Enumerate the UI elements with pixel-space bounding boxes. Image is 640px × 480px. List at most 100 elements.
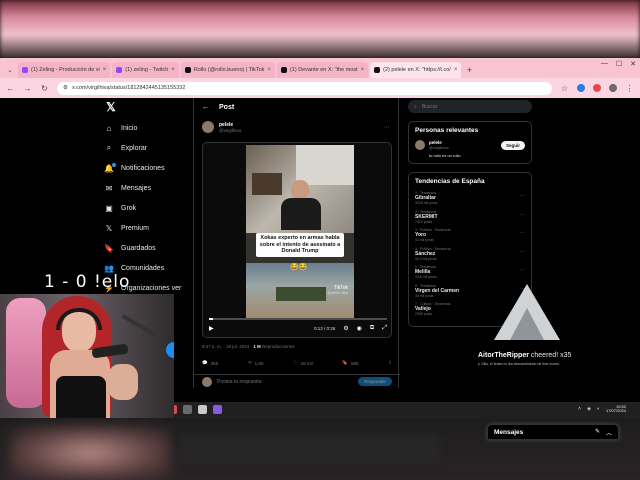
reload-icon[interactable]: ↻ <box>40 84 49 93</box>
tiktok-watermark: TikTok @pelele.clips <box>327 285 348 295</box>
back-arrow-icon[interactable]: ← <box>202 104 209 111</box>
cheer-text: AitorTheRipper cheered! x35 <box>478 352 572 359</box>
nav-label: Mensajes <box>121 184 151 192</box>
maximize-icon[interactable]: ☐ <box>616 60 622 68</box>
chevron-up-icon[interactable]: ︿ <box>606 428 612 437</box>
video-time: 0:13 / 0:26 <box>313 325 336 331</box>
close-icon[interactable]: × <box>103 67 107 73</box>
pip-icon[interactable]: ⧉ <box>370 325 374 332</box>
like-button[interactable]: ♡ 18 mil <box>294 360 313 366</box>
nav-item-mensajes[interactable]: ✉ Mensajes <box>104 178 184 198</box>
nav-label: Grok <box>121 204 137 212</box>
close-icon[interactable]: × <box>171 67 175 73</box>
webcam-overlay <box>0 294 174 418</box>
more-options-icon[interactable]: ··· <box>383 124 390 131</box>
nav-label: Guardados <box>121 244 156 252</box>
tab-tiktok-rollo[interactable]: Rollo (@rollo.bueno) | TikTok × <box>180 62 275 78</box>
network-icon[interactable]: ◈ <box>587 406 591 412</box>
more-options-icon[interactable]: ··· <box>520 249 525 255</box>
avatar[interactable] <box>415 140 425 150</box>
extension-icon[interactable] <box>593 84 601 92</box>
follow-button[interactable]: Seguir <box>500 140 525 150</box>
play-icon[interactable]: ▶ <box>209 325 214 332</box>
post-header: ← Post <box>194 98 398 116</box>
bookmark-star-icon[interactable]: ☆ <box>560 84 569 93</box>
x-sidebar-nav: 𝕏 ⌂ Inicio ⌕ Explorar 🔔 Notificaciones ✉… <box>104 100 184 298</box>
nav-item-grok[interactable]: ▣ Grok <box>104 198 184 218</box>
tab-search-icon[interactable]: ⌄ <box>4 62 16 78</box>
nav-item-inicio[interactable]: ⌂ Inicio <box>104 118 184 138</box>
nav-label: Explorar <box>121 144 148 152</box>
more-options-icon[interactable]: ··· <box>520 267 525 273</box>
new-tab-button[interactable]: + <box>463 62 475 78</box>
reply-input[interactable]: Postea tu respuesta <box>217 379 261 385</box>
bell-icon: 🔔 <box>104 162 116 173</box>
x-logo-icon[interactable]: 𝕏 <box>104 100 184 118</box>
extension-icon[interactable] <box>577 84 585 92</box>
trend-item[interactable]: 5 · Tendencia Melilla 10,6 mil posts ··· <box>415 265 525 284</box>
reply-button[interactable]: 💬 355 <box>202 360 218 366</box>
volume-icon[interactable]: ◉ <box>357 325 362 332</box>
messages-dock[interactable]: Mensajes ✎ ︿ <box>487 424 619 440</box>
tab-zeling-twitch[interactable]: (1) zeling - Twitch × <box>112 62 179 78</box>
nav-label: Notificaciones <box>121 164 165 172</box>
trend-item[interactable]: 3 · Política · Tendencia Yoro 12 mil posts… <box>415 228 525 247</box>
caption-emojis: 😂😂 <box>290 264 308 271</box>
menu-icon[interactable]: ⋮ <box>625 84 634 93</box>
person-bio: tu rollo es un rollo <box>429 153 461 158</box>
trend-item[interactable]: 2 · Tendencia SKERMIT 7412 posts ··· <box>415 210 525 229</box>
close-icon[interactable]: × <box>267 67 271 73</box>
tab-zeling-production[interactable]: (1) Zeling - Producción de vi × <box>18 62 111 78</box>
settings-icon[interactable]: ⚙ <box>343 325 348 332</box>
nav-item-premium[interactable]: 𝕏 Premium <box>104 218 184 238</box>
video-player[interactable]: Xokas experto en armas habla sobre el in… <box>202 142 392 338</box>
heart-icon: ♡ <box>293 360 298 365</box>
url-text: x.com/virgilhiva/status/1812842445135155… <box>71 85 186 91</box>
app-icon[interactable] <box>198 405 207 414</box>
chevron-up-icon[interactable]: ˄ <box>578 406 581 412</box>
bookmark-button[interactable]: 🔖 566 <box>342 360 358 366</box>
address-bar: ← → ↻ ⚙ x.com/virgilhiva/status/18128424… <box>0 78 640 98</box>
profile-avatar-icon[interactable] <box>609 84 617 92</box>
tab-label: Rollo (@rollo.bueno) | TikTok <box>193 67 265 73</box>
share-button[interactable]: ⇪ <box>388 360 392 366</box>
minimize-icon[interactable]: — <box>601 60 608 68</box>
relevant-person[interactable]: pelele @virgilhiva Seguir <box>415 140 525 150</box>
search-input[interactable]: ⌕ Buscar <box>408 100 532 113</box>
tab-x-pelele[interactable]: (2) pelele en X: "https://t.co/ × <box>370 62 462 78</box>
more-options-icon[interactable]: ··· <box>520 230 525 236</box>
app-icon[interactable] <box>213 405 222 414</box>
back-icon[interactable]: ← <box>6 84 15 93</box>
card-title: Tendencias de España <box>415 178 485 185</box>
nav-item-notificaciones[interactable]: 🔔 Notificaciones <box>104 158 184 178</box>
reply-submit-button[interactable]: Responder <box>357 377 392 386</box>
site-info-icon[interactable]: ⚙ <box>63 85 68 91</box>
author-handle[interactable]: @virgilhiva <box>219 128 241 133</box>
trend-item[interactable]: 1 · Tendencia Gibraltar 3318 mil posts ··· <box>415 191 525 210</box>
repost-icon: ⟲ <box>247 360 252 365</box>
nav-item-explorar[interactable]: ⌕ Explorar <box>104 138 184 158</box>
card-title: Personas relevantes <box>415 127 479 134</box>
trend-item[interactable]: 4 · Política · Tendencia Sánchez 52,9 mil … <box>415 247 525 266</box>
tab-x-devante[interactable]: (1) Devante en X: "the most × <box>276 62 369 78</box>
close-icon[interactable]: × <box>361 67 365 73</box>
fullscreen-icon[interactable]: ⤢ <box>382 325 387 332</box>
url-field[interactable]: ⚙ x.com/virgilhiva/status/18128424451351… <box>57 81 552 95</box>
more-options-icon[interactable]: ··· <box>520 212 525 218</box>
close-icon[interactable]: × <box>454 67 458 73</box>
avatar[interactable] <box>202 121 214 133</box>
more-options-icon[interactable]: ··· <box>520 193 525 199</box>
search-icon: ⌕ <box>414 103 417 110</box>
repost-button[interactable]: ⟲ 1,6K <box>248 360 264 366</box>
app-icon[interactable] <box>183 405 192 414</box>
nav-item-guardados[interactable]: 🔖 Guardados <box>104 238 184 258</box>
forward-icon[interactable]: → <box>23 84 32 93</box>
close-window-icon[interactable]: ✕ <box>630 60 636 68</box>
new-message-icon[interactable]: ✎ <box>595 428 600 437</box>
window-controls: — ☐ ✕ <box>601 60 636 68</box>
volume-icon[interactable]: ◐ <box>597 406 600 412</box>
stream-frame: ⌄ (1) Zeling - Producción de vi × (1) ze… <box>0 0 640 480</box>
clock[interactable]: 19:52 17/07/2024 <box>606 404 626 414</box>
person-handle: @virgilhiva <box>429 145 449 150</box>
post-column: ← Post pelele @virgilhiva ··· Xokas expe… <box>193 98 400 388</box>
